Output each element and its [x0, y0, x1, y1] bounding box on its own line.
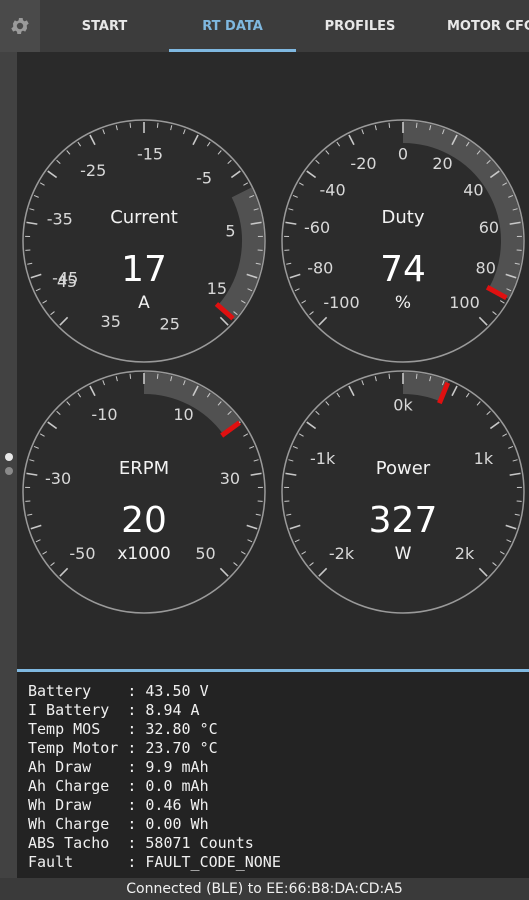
info-row-wh-draw: Wh Draw : 0.46 Wh	[28, 796, 209, 814]
gauge-duty: -100 -80 -60 -40-20 0 20 40 60 80 100 Duty 74%	[281, 119, 525, 363]
gauge-tick-label: 1k	[474, 449, 494, 468]
gauge-tick-label: 50	[195, 544, 215, 563]
page-dot[interactable]	[5, 467, 13, 475]
gauge-tick-label: 15	[207, 279, 227, 298]
gauge-tick	[415, 122, 418, 128]
gauge-tick-label: -15	[137, 145, 163, 164]
gauge-tick-label: 35	[101, 312, 121, 331]
gauge-tick-label: 45	[57, 272, 77, 291]
gauge-unit: %	[395, 293, 411, 313]
gauge-value: 327	[369, 500, 438, 541]
gauge-tick-label: -10	[91, 405, 117, 424]
tab-rt-data[interactable]: RT DATA	[169, 0, 296, 52]
gauge-tick-label: 20	[432, 154, 452, 173]
gauge-title: Power	[376, 458, 431, 479]
gauge-tick-label: -40	[320, 180, 346, 199]
gauge-erpm: -50 -30 -10 10 30 50 ERPM 20 x1000	[22, 370, 266, 614]
gauge-current: -45-35-25-15-5515253545Current17A	[22, 119, 266, 363]
info-row-abs-tacho: ABS Tacho : 58071 Counts	[28, 834, 254, 852]
tab-profiles[interactable]: PROFILES	[296, 0, 424, 52]
info-row-ah-draw: Ah Draw : 9.9 mAh	[28, 758, 209, 776]
gauge-tick-label: -20	[350, 154, 376, 173]
gauge-unit: A	[138, 293, 150, 313]
gauge-tick-label: -100	[323, 293, 359, 312]
gauge-title: Duty	[382, 207, 425, 228]
gauge-tick-label: -1k	[310, 449, 336, 468]
gauge-tick-label: -2k	[329, 544, 355, 563]
gauge-tick	[388, 373, 391, 379]
info-panel: Battery : 43.50 V I Battery : 8.94 A Tem…	[17, 672, 529, 878]
gauge-tick-label: 25	[160, 315, 180, 334]
gauge-tick	[388, 122, 391, 128]
gauge-value: 74	[380, 249, 426, 290]
gauge-tick-label: 0k	[393, 396, 413, 415]
gauge-tick-label: -5	[196, 169, 212, 188]
gauge-tick	[156, 122, 159, 128]
gauge-tick-label: -80	[307, 258, 333, 277]
gauge-canvas: -45-35-25-15-5515253545Current17A -100-80…	[22, 119, 525, 614]
gauge-title: ERPM	[119, 458, 169, 479]
gauge-tick-label: -35	[47, 210, 73, 229]
info-row-temp-motor: Temp Motor : 23.70 °C	[28, 739, 218, 757]
info-row-ah-charge: Ah Charge : 0.0 mAh	[28, 777, 209, 795]
gauge-tick-label: 100	[449, 293, 480, 312]
gauge-tick-label: 60	[479, 218, 499, 237]
connection-status: Connected (BLE) to EE:66:B8:DA:CD:A5	[0, 878, 529, 900]
gauge-tick-label: 5	[225, 221, 235, 240]
gauge-panel: -45 -35 -25 -15 -5 5 15 25 35 45 Current 17 A -100 -80…	[17, 52, 529, 669]
gauge-tick	[129, 373, 132, 379]
gauge-tick-label: -50	[69, 544, 95, 563]
gauge-unit: x1000	[117, 544, 170, 564]
gauge-tick	[415, 373, 418, 379]
info-row-wh-charge: Wh Charge : 0.00 Wh	[28, 815, 209, 833]
gauge-tick-label: 30	[220, 469, 240, 488]
gauge-tick-label: 40	[463, 180, 483, 199]
info-row-i-battery: I Battery : 8.94 A	[28, 701, 200, 719]
gauge-value: 20	[121, 500, 167, 541]
gauge-tick	[129, 122, 132, 128]
gauge-unit: W	[395, 544, 412, 564]
gauge-tick-label: -60	[304, 218, 330, 237]
page-indicator-strip	[0, 52, 17, 878]
gear-icon	[11, 18, 29, 34]
page-dot-active[interactable]	[5, 453, 13, 461]
gauge-power: -2k -1k 0k 1k 2k Power 327 W	[281, 370, 525, 614]
top-tab-bar: START RT DATA PROFILES MOTOR CFG	[0, 0, 529, 52]
gauge-sweep	[402, 372, 449, 402]
gauge-tick-label: -25	[80, 161, 106, 180]
info-row-temp-mos: Temp MOS : 32.80 °C	[28, 720, 218, 738]
gauge-tick-label: 80	[476, 258, 496, 277]
gauge-tick-label: 0	[398, 145, 408, 164]
gauge-value: 17	[121, 249, 167, 290]
gauge-title: Current	[110, 207, 178, 228]
gauge-tick-label: 10	[173, 405, 193, 424]
gauge-tick-label: 2k	[455, 544, 475, 563]
tab-motor-cfg[interactable]: MOTOR CFG	[424, 0, 529, 52]
tab-start[interactable]: START	[40, 0, 169, 52]
info-row-battery: Battery : 43.50 V	[28, 682, 209, 700]
gauge-tick	[156, 373, 159, 379]
info-row-fault: Fault : FAULT_CODE_NONE	[28, 853, 281, 871]
settings-button[interactable]	[0, 0, 40, 52]
gauge-tick-label: -30	[45, 469, 71, 488]
